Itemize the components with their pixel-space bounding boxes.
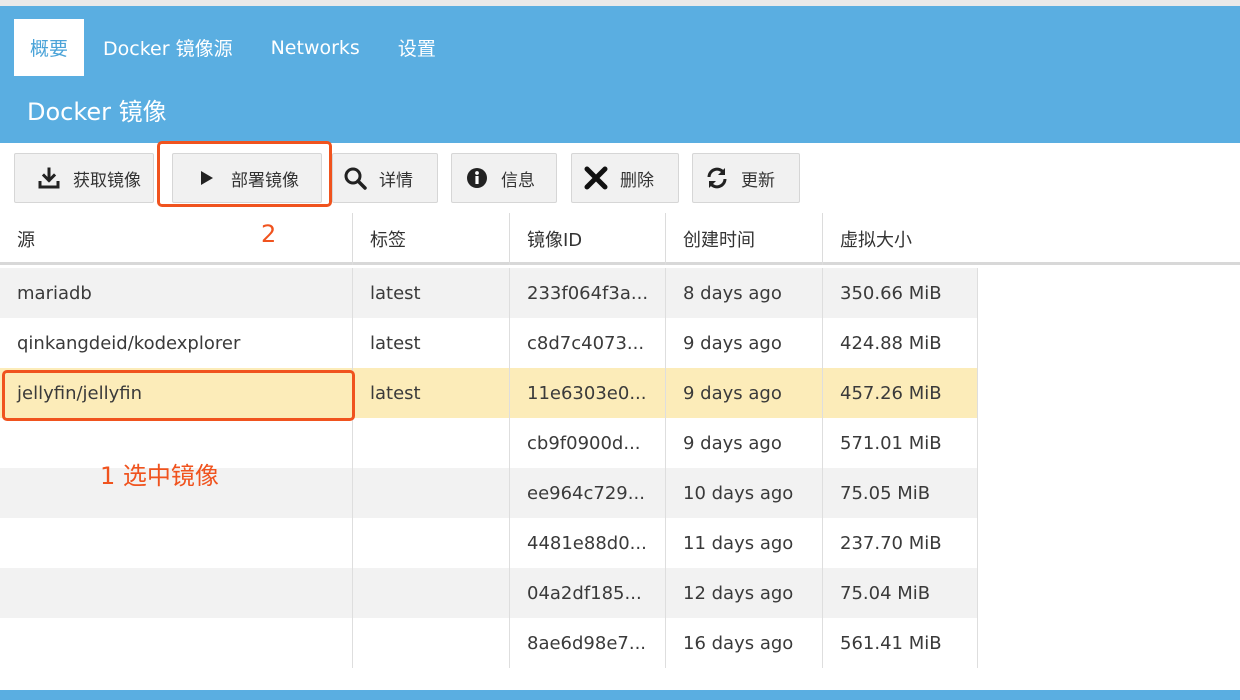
cell-tag [353,518,510,568]
cell-created: 11 days ago [666,518,823,568]
cell-size: 237.70 MiB [823,518,978,568]
delete-button[interactable]: 删除 [571,153,679,203]
cell-source [0,618,353,668]
cell-size: 561.41 MiB [823,618,978,668]
column-header-source[interactable]: 源 [0,213,353,265]
deploy-image-label: 部署镜像 [231,170,299,191]
cell-image-id: 233f064f3a... [510,268,666,318]
tab-overview[interactable]: 概要 [14,19,85,76]
cell-size: 350.66 MiB [823,268,978,318]
column-header-tag[interactable]: 标签 [353,213,510,265]
cell-size: 457.26 MiB [823,368,978,418]
play-icon [195,166,219,190]
update-label: 更新 [741,170,775,191]
delete-label: 删除 [620,170,654,191]
cell-source [0,568,353,618]
update-button[interactable]: 更新 [692,153,800,203]
page: 概要 Docker 镜像源 Networks 设置 Docker 镜像 获取镜像… [0,0,1240,700]
cell-created: 9 days ago [666,418,823,468]
tab-networks[interactable]: Networks [252,19,379,76]
cell-size: 424.88 MiB [823,318,978,368]
cell-source: jellyfin/jellyfin [0,368,353,418]
info-icon [465,166,489,190]
cell-created: 8 days ago [666,268,823,318]
cell-image-id: 8ae6d98e7... [510,618,666,668]
cell-tag [353,618,510,668]
annotation-step-2: 2 [261,220,277,248]
cell-created: 12 days ago [666,568,823,618]
search-icon [343,166,367,190]
cell-tag [353,418,510,468]
page-title: Docker 镜像 [27,98,167,126]
cell-size: 75.05 MiB [823,468,978,518]
download-icon [37,166,61,190]
cell-size: 75.04 MiB [823,568,978,618]
header: 概要 Docker 镜像源 Networks 设置 Docker 镜像 [0,6,1240,143]
tab-settings[interactable]: 设置 [379,19,455,76]
toolbar: 获取镜像 部署镜像 详情 信息 删除 更新 [0,143,1240,213]
deploy-image-button[interactable]: 部署镜像 [172,153,322,203]
footer-strip [0,690,1240,700]
cell-source [0,518,353,568]
refresh-icon [705,166,729,190]
cell-created: 10 days ago [666,468,823,518]
cell-image-id: cb9f0900d... [510,418,666,468]
table-row[interactable]: 8ae6d98e7... 16 days ago 561.41 MiB [0,618,978,668]
cell-created: 16 days ago [666,618,823,668]
cell-tag [353,468,510,518]
table-row[interactable]: 04a2df185... 12 days ago 75.04 MiB [0,568,978,618]
tab-docker-registry[interactable]: Docker 镜像源 [84,19,252,76]
pull-image-label: 获取镜像 [73,170,141,191]
column-header-image-id[interactable]: 镜像ID [510,213,666,265]
tab-bar: 概要 Docker 镜像源 Networks 设置 [14,19,455,76]
table-row[interactable]: 4481e88d0... 11 days ago 237.70 MiB [0,518,978,568]
info-label: 信息 [501,170,535,191]
cell-tag: latest [353,318,510,368]
column-header-size[interactable]: 虚拟大小 [823,213,1240,265]
column-header-created[interactable]: 创建时间 [666,213,823,265]
cell-created: 9 days ago [666,318,823,368]
cell-source: mariadb [0,268,353,318]
details-label: 详情 [379,170,413,191]
table-row[interactable]: qinkangdeid/kodexplorer latest c8d7c4073..… [0,318,978,368]
cell-tag [353,568,510,618]
cell-image-id: c8d7c4073... [510,318,666,368]
details-button[interactable]: 详情 [332,153,438,203]
table-row[interactable]: mariadb latest 233f064f3a... 8 days ago 350.… [0,268,978,318]
info-button[interactable]: 信息 [451,153,557,203]
cell-image-id: 04a2df185... [510,568,666,618]
cell-image-id: ee964c729... [510,468,666,518]
pull-image-button[interactable]: 获取镜像 [14,153,154,203]
cell-image-id: 4481e88d0... [510,518,666,568]
cell-tag: latest [353,268,510,318]
cell-source: qinkangdeid/kodexplorer [0,318,353,368]
cell-tag: latest [353,368,510,418]
table-row[interactable]: jellyfin/jellyfin latest 11e6303e0... 9 day… [0,368,978,418]
images-table: 源 标签 镜像ID 创建时间 虚拟大小 mariadb latest 233f064… [0,213,1240,678]
close-icon [584,166,608,190]
table-header: 源 标签 镜像ID 创建时间 虚拟大小 [0,213,1240,265]
annotation-step-1: 1 选中镜像 [100,462,219,490]
cell-created: 9 days ago [666,368,823,418]
cell-image-id: 11e6303e0... [510,368,666,418]
cell-size: 571.01 MiB [823,418,978,468]
